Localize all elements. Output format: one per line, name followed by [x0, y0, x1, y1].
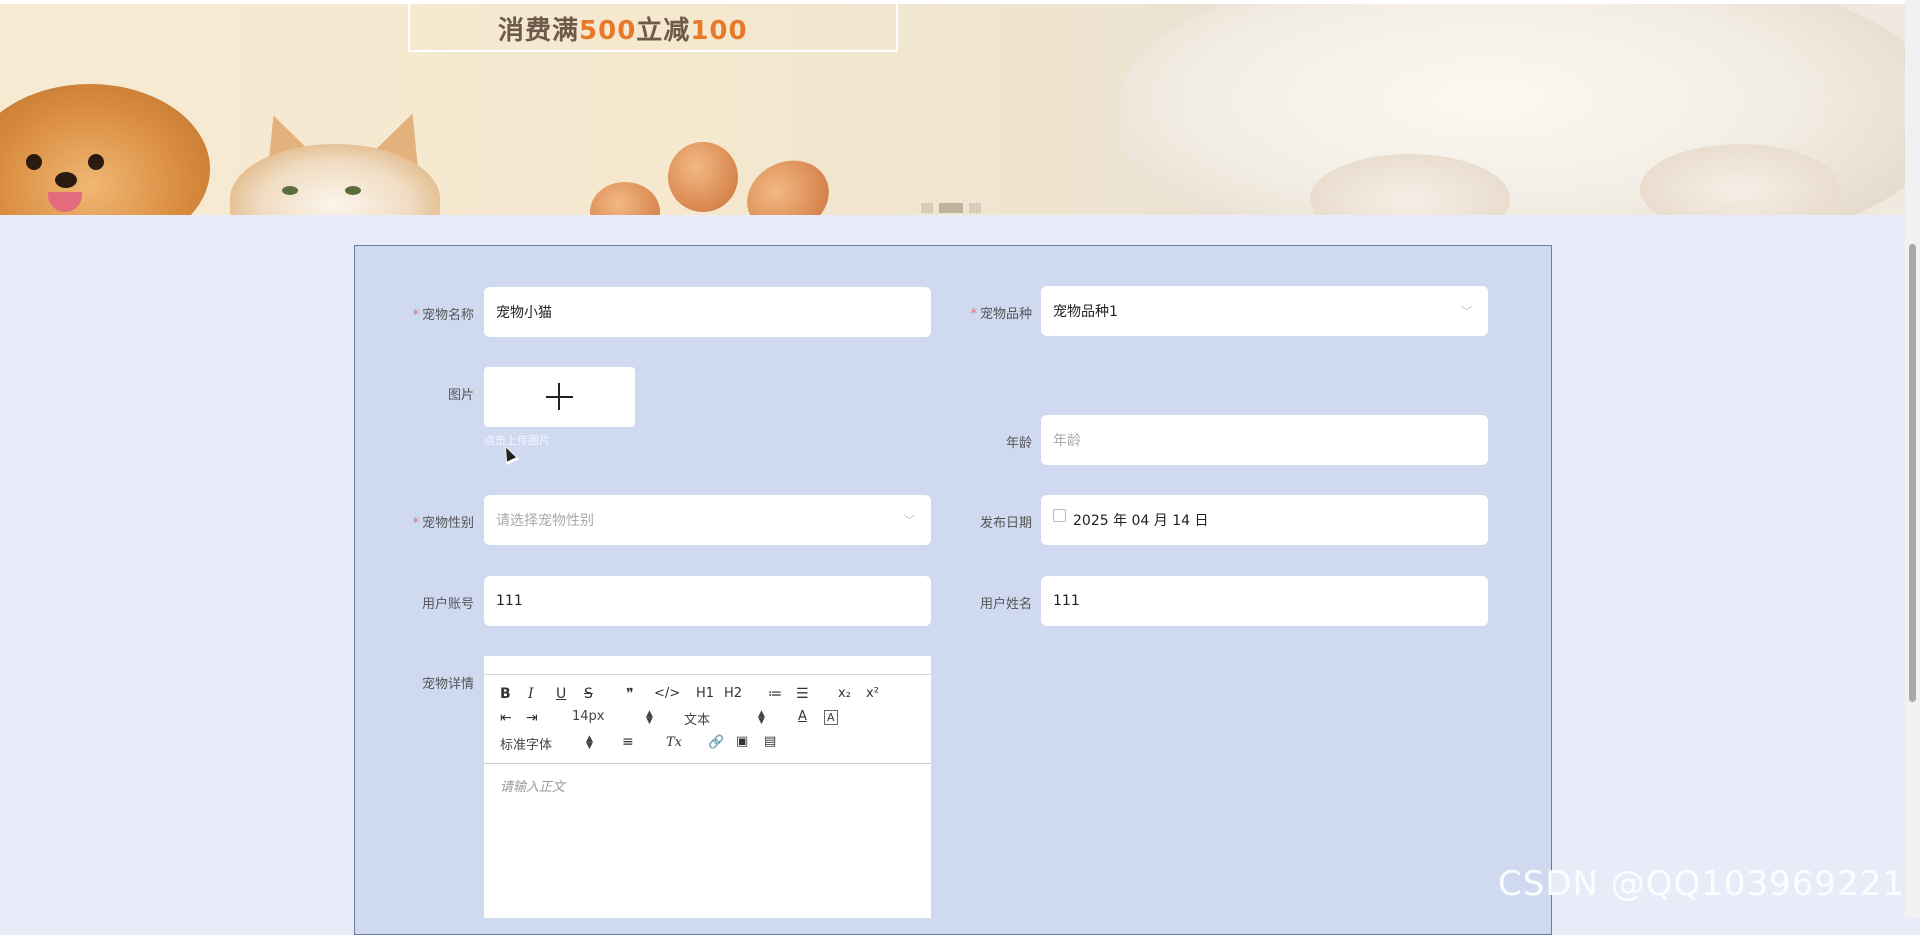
chevron-updown-icon: ▲ ▼ — [646, 709, 653, 726]
header-2-button[interactable]: H2 — [724, 685, 742, 703]
promo-text: 消费满500立减100 — [498, 16, 748, 46]
header-select[interactable]: 文本 — [684, 709, 710, 728]
age-label: 年龄 — [1005, 436, 1032, 451]
age-input[interactable]: 年龄 — [1041, 415, 1488, 465]
outdent-button[interactable]: ⇤ — [500, 709, 512, 727]
pet-name-label: * 宠物名称 — [412, 308, 474, 323]
editor-toolbar: B I U S ❞ </> H1 H2 ≔ ☰ x₂ x² ⇤ ⇥ 14px ▲… — [484, 675, 931, 764]
plus-icon — [558, 383, 560, 410]
publish-date-label: 发布日期 — [979, 516, 1032, 531]
user-account-input[interactable]: 111 — [484, 576, 931, 626]
background-color-button[interactable]: A — [824, 710, 838, 725]
ordered-list-button[interactable]: ≔ — [768, 685, 782, 703]
pet-breed-label: * 宠物品种 — [970, 307, 1032, 322]
promo-banner[interactable]: 消费满500立减100 — [0, 4, 1905, 215]
chevron-updown-icon: ▲ ▼ — [758, 709, 765, 726]
scrollbar-thumb[interactable] — [1909, 244, 1916, 702]
image-upload-button[interactable] — [484, 367, 635, 427]
page-scrollbar[interactable] — [1905, 0, 1920, 918]
link-button[interactable]: 🔗 — [708, 734, 724, 752]
pebble-image — [735, 147, 841, 215]
pebble-image — [590, 182, 660, 215]
upload-hint: 点击上传图片 — [484, 434, 550, 447]
blockquote-button[interactable]: ❞ — [626, 685, 634, 703]
pet-gender-select[interactable]: 请选择宠物性别 ﹀ — [484, 495, 931, 545]
pet-detail-label: 宠物详情 — [421, 677, 474, 692]
subscript-button[interactable]: x₂ — [838, 685, 851, 703]
video-insert-button[interactable]: ▤ — [764, 733, 776, 751]
dog-image — [0, 84, 210, 215]
rich-text-editor: B I U S ❞ </> H1 H2 ≔ ☰ x₂ x² ⇤ ⇥ 14px ▲… — [484, 656, 931, 918]
carousel-dot-active[interactable] — [939, 203, 963, 213]
chevron-down-icon: ﹀ — [1461, 305, 1472, 318]
editor-content[interactable]: 请输入正文 — [500, 776, 565, 795]
pet-gender-label: * 宠物性别 — [412, 516, 474, 531]
calendar-icon — [1053, 508, 1066, 522]
top-edge — [0, 0, 1905, 4]
dog-eye — [88, 154, 104, 170]
pebble-image — [668, 142, 738, 212]
image-insert-button[interactable]: ▣ — [736, 733, 748, 751]
code-block-button[interactable]: </> — [654, 685, 680, 703]
dog-eye — [26, 154, 42, 170]
bullet-list-button[interactable]: ☰ — [796, 685, 809, 703]
font-family-select[interactable]: 标准字体 — [500, 734, 552, 753]
publish-date-picker[interactable]: 2025 年 04 月 14 日 — [1041, 495, 1488, 545]
align-button[interactable]: ≡ — [622, 733, 634, 751]
user-name-input[interactable]: 111 — [1041, 576, 1488, 626]
carousel-dot[interactable] — [969, 203, 981, 213]
dog-nose — [55, 172, 77, 188]
cat-eye — [282, 186, 298, 195]
underline-button[interactable]: U — [556, 685, 566, 703]
pet-name-input[interactable]: 宠物小猫 — [484, 287, 931, 337]
chevron-updown-icon: ▲ ▼ — [586, 734, 593, 751]
image-label: 图片 — [447, 388, 474, 403]
pet-breed-select[interactable]: 宠物品种1 ﹀ — [1041, 286, 1488, 336]
superscript-button[interactable]: x² — [866, 685, 879, 703]
header-1-button[interactable]: H1 — [696, 685, 714, 703]
carousel-indicator — [921, 202, 981, 214]
indent-button[interactable]: ⇥ — [526, 709, 538, 727]
strike-button[interactable]: S — [584, 685, 593, 703]
carousel-dot[interactable] — [921, 203, 933, 213]
font-size-select[interactable]: 14px — [572, 709, 605, 724]
cat-eye — [345, 186, 361, 195]
user-name-label: 用户姓名 — [979, 597, 1032, 612]
font-color-button[interactable]: A — [798, 708, 807, 726]
user-account-label: 用户账号 — [421, 597, 474, 612]
watermark: CSDN @QQ1039692211 — [1498, 864, 1920, 904]
clean-format-button[interactable]: Tx — [666, 734, 682, 752]
italic-button[interactable]: I — [528, 685, 534, 703]
bold-button[interactable]: B — [500, 685, 511, 703]
